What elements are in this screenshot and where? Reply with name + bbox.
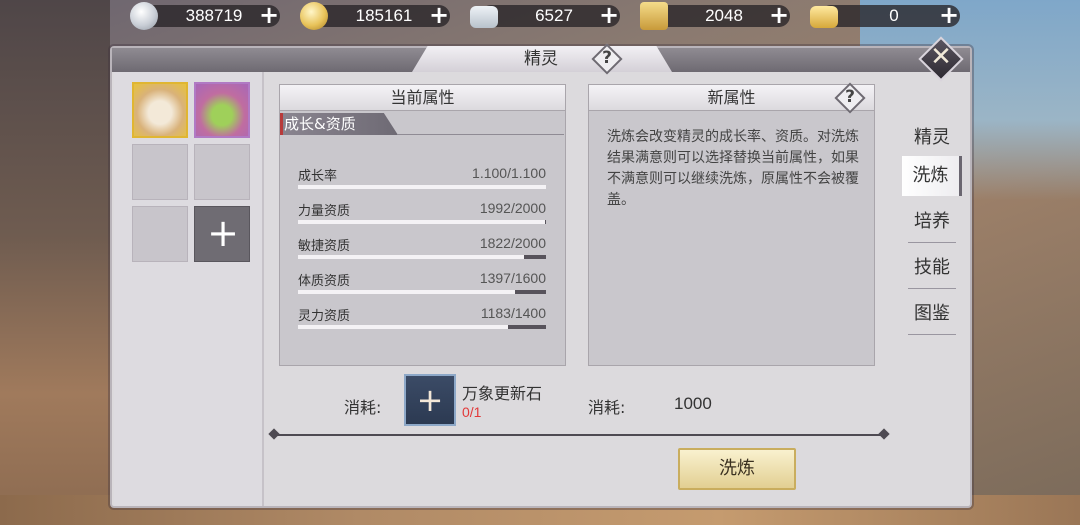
section-title: 成长&资质 bbox=[284, 115, 356, 133]
currency-value: 0 bbox=[889, 6, 899, 25]
refine-stone-icon: + bbox=[416, 381, 444, 419]
silver-ingot-icon bbox=[470, 6, 498, 28]
item-count: 0/1 bbox=[462, 404, 482, 420]
add-spirit-button[interactable]: + bbox=[194, 206, 250, 262]
stat-label: 灵力资质 bbox=[298, 309, 351, 324]
help-icon: ? bbox=[602, 48, 612, 68]
stat-value: 1397/1600 bbox=[479, 270, 546, 286]
stat-row-agility: 敏捷资质 1822/2000 bbox=[298, 235, 546, 265]
currency-bar: 388719 + 185161 + 6527 + 2048 + 0 + bbox=[125, 0, 985, 30]
window-title: 精灵 bbox=[524, 49, 558, 69]
stat-row-strength: 力量资质 1992/2000 bbox=[298, 200, 546, 230]
add-silver-coin-button[interactable]: + bbox=[256, 3, 282, 29]
gold-coin-icon bbox=[300, 2, 328, 30]
stat-label: 成长率 bbox=[298, 169, 338, 184]
new-attributes-header: 新属性 bbox=[589, 85, 874, 111]
stat-value: 1822/2000 bbox=[479, 235, 546, 251]
tab-skills[interactable]: 技能 bbox=[902, 248, 962, 288]
add-gold-coin-button[interactable]: + bbox=[426, 3, 452, 29]
gold-ingot-icon bbox=[810, 6, 838, 28]
gold-treasure-icon bbox=[640, 2, 668, 30]
stat-bar bbox=[298, 290, 546, 294]
currency-value: 2048 bbox=[705, 6, 743, 25]
stat-row-spirit: 灵力资质 1183/1400 bbox=[298, 305, 546, 335]
current-attributes-header: 当前属性 bbox=[280, 85, 565, 111]
currency-cost-label: 消耗: bbox=[588, 398, 626, 417]
add-gold-ingot-button[interactable]: + bbox=[936, 3, 962, 29]
spirit-slot-empty[interactable] bbox=[132, 206, 188, 262]
refine-button[interactable]: 洗炼 bbox=[678, 448, 796, 490]
stat-value: 1.100/1.100 bbox=[472, 165, 546, 181]
stat-row-growth: 成长率 1.100/1.100 bbox=[298, 165, 546, 195]
stat-label: 体质资质 bbox=[298, 274, 351, 289]
spirit-slot-cat[interactable] bbox=[132, 82, 188, 138]
plus-icon: + bbox=[207, 211, 239, 255]
item-cost-label: 消耗: bbox=[344, 398, 382, 417]
currency-value: 6527 bbox=[535, 6, 573, 25]
refine-stone-item[interactable]: + bbox=[404, 374, 456, 426]
divider bbox=[274, 434, 884, 436]
spirit-slot-plant[interactable] bbox=[194, 82, 250, 138]
new-attributes-help-button[interactable]: ? bbox=[834, 82, 866, 114]
currency-value: 185161 bbox=[355, 6, 413, 25]
silver-coin-icon bbox=[130, 2, 158, 30]
spirit-list: + bbox=[114, 72, 264, 506]
stat-value: 1992/2000 bbox=[479, 200, 546, 216]
add-gold-treasure-button[interactable]: + bbox=[766, 3, 792, 29]
item-name: 万象更新石 bbox=[462, 384, 543, 403]
currency-value: 388719 bbox=[185, 6, 243, 25]
stat-label: 敏捷资质 bbox=[298, 239, 351, 254]
tab-cultivate[interactable]: 培养 bbox=[902, 202, 962, 242]
spirit-window: 精灵 ? ✕ + 当前属性 成长&资质 成长率 1.100/1.100 力量资质… bbox=[110, 36, 972, 508]
spirit-slot-empty[interactable] bbox=[194, 144, 250, 200]
stat-bar bbox=[298, 220, 546, 224]
tab-spirit[interactable]: 精灵 bbox=[902, 118, 962, 158]
background-left bbox=[0, 0, 110, 525]
stat-bar bbox=[298, 255, 546, 259]
spirit-slot-empty[interactable] bbox=[132, 144, 188, 200]
tab-refine[interactable]: 洗炼 bbox=[902, 156, 962, 196]
current-attributes-panel: 当前属性 成长&资质 成长率 1.100/1.100 力量资质 1992/200… bbox=[279, 84, 566, 366]
new-attributes-panel: 新属性 ? 洗炼会改变精灵的成长率、资质。对洗炼结果满意则可以选择替换当前属性，… bbox=[588, 82, 875, 366]
stat-label: 力量资质 bbox=[298, 204, 351, 219]
refine-description: 洗炼会改变精灵的成长率、资质。对洗炼结果满意则可以选择替换当前属性，如果不满意则… bbox=[607, 129, 859, 208]
add-silver-ingot-button[interactable]: + bbox=[596, 3, 622, 29]
stat-row-constitution: 体质资质 1397/1600 bbox=[298, 270, 546, 300]
close-button[interactable]: ✕ bbox=[917, 35, 965, 83]
close-icon: ✕ bbox=[930, 42, 952, 72]
stat-value: 1183/1400 bbox=[480, 305, 546, 321]
help-button[interactable]: ? bbox=[591, 43, 623, 75]
tab-handbook[interactable]: 图鉴 bbox=[902, 294, 962, 334]
side-tabs: 精灵 洗炼 培养 技能 图鉴 bbox=[902, 118, 966, 348]
stat-bar bbox=[298, 185, 546, 189]
currency-cost-value: 1000 bbox=[674, 394, 712, 413]
section-tag: 成长&资质 bbox=[280, 113, 398, 135]
help-icon: ? bbox=[845, 87, 855, 107]
stat-bar bbox=[298, 325, 546, 329]
